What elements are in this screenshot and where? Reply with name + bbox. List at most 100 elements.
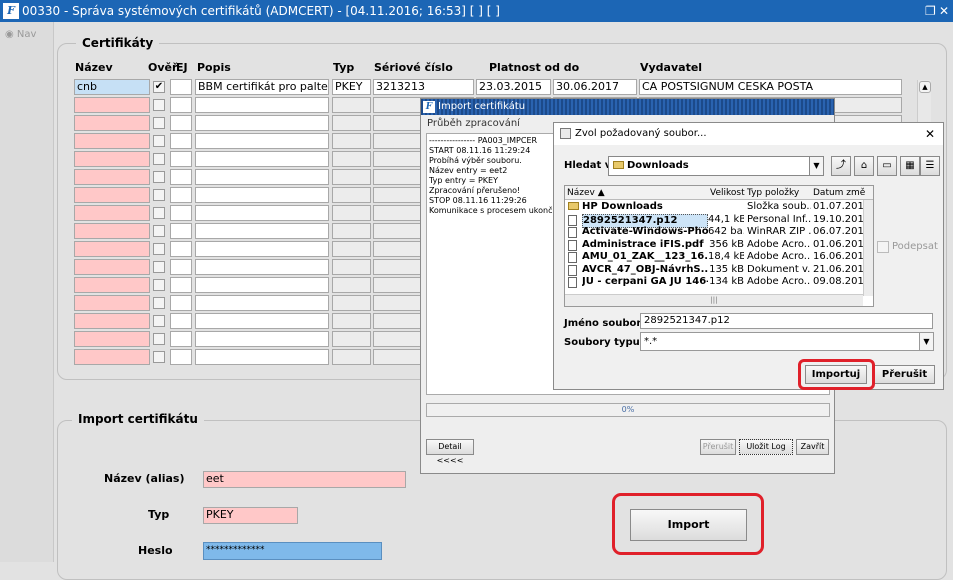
grid-cell-do[interactable]: 30.06.2017 — [553, 79, 637, 95]
soubory-dropdown-icon[interactable]: ▼ — [919, 333, 933, 350]
over-checkbox[interactable] — [153, 279, 165, 291]
file-dialog-close-icon[interactable]: ✕ — [925, 123, 935, 145]
grid-cell-nazev[interactable] — [74, 313, 150, 329]
nazev-alias-input[interactable]: eet — [203, 471, 406, 488]
grid-cell-ej[interactable] — [170, 169, 192, 185]
grid-cell-typ[interactable] — [332, 151, 371, 167]
over-checkbox[interactable] — [153, 315, 165, 327]
grid-cell-ej[interactable] — [170, 277, 192, 293]
over-checkbox[interactable] — [153, 171, 165, 183]
nav-button[interactable]: ◉ Nav — [3, 27, 43, 43]
over-checkbox[interactable] — [153, 117, 165, 129]
grid-cell-nazev[interactable] — [74, 169, 150, 185]
grid-cell-popis[interactable] — [195, 97, 329, 113]
grid-cell-nazev[interactable] — [74, 97, 150, 113]
grid-cell-typ[interactable] — [332, 223, 371, 239]
grid-cell-typ[interactable] — [332, 133, 371, 149]
grid-cell-popis[interactable] — [195, 331, 329, 347]
over-checkbox[interactable] — [153, 333, 165, 345]
home-icon[interactable]: ⌂ — [854, 156, 874, 176]
close-icon[interactable]: ✕ — [939, 0, 949, 22]
grid-cell-popis[interactable] — [195, 277, 329, 293]
grid-cell-typ[interactable] — [332, 295, 371, 311]
over-checkbox[interactable] — [153, 153, 165, 165]
file-row[interactable]: Activate-Windows-Phot...642 ba...WinRAR … — [565, 226, 873, 239]
grid-cell-serial[interactable]: 3213213 — [373, 79, 474, 95]
over-checkbox[interactable] — [153, 243, 165, 255]
grid-cell-typ[interactable]: PKEY — [332, 79, 371, 95]
grid-cell-popis[interactable] — [195, 259, 329, 275]
grid-cell-nazev[interactable] — [74, 187, 150, 203]
folder-select[interactable]: Downloads ▼ — [608, 156, 824, 176]
over-checkbox[interactable] — [153, 297, 165, 309]
grid-cell-ej[interactable] — [170, 133, 192, 149]
grid-cell-nazev[interactable] — [74, 277, 150, 293]
grid-cell-popis[interactable] — [195, 187, 329, 203]
grid-cell-ej[interactable] — [170, 97, 192, 113]
grid-cell-nazev[interactable] — [74, 241, 150, 257]
grid-cell-popis[interactable] — [195, 151, 329, 167]
scroll-up-icon[interactable]: ▲ — [919, 81, 931, 93]
grid-cell-nazev[interactable] — [74, 331, 150, 347]
grid-cell-nazev[interactable] — [74, 205, 150, 221]
progress-prerusit-button[interactable]: Přerušit — [700, 439, 736, 455]
over-checkbox[interactable] — [153, 135, 165, 147]
grid-cell-typ[interactable] — [332, 115, 371, 131]
grid-cell-typ[interactable] — [332, 97, 371, 113]
restore-icon[interactable]: ❐ — [925, 0, 936, 22]
zavrit-button[interactable]: Zavřít — [796, 439, 829, 455]
grid-cell-od[interactable]: 23.03.2015 — [476, 79, 551, 95]
grid-cell-nazev[interactable] — [74, 133, 150, 149]
grid-cell-ej[interactable] — [170, 241, 192, 257]
grid-cell-vydavatel[interactable]: CA POSTSIGNUM CESKA POSTA — [639, 79, 902, 95]
grid-cell-ej[interactable] — [170, 223, 192, 239]
file-prerusit-button[interactable]: Přerušit — [874, 365, 935, 384]
details-view-icon[interactable]: ☰ — [920, 156, 940, 176]
grid-cell-nazev[interactable] — [74, 223, 150, 239]
progress-dialog-titlebar[interactable]: F Import certifikátu — [421, 99, 834, 115]
grid-cell-popis[interactable] — [195, 169, 329, 185]
grid-cell-popis[interactable] — [195, 241, 329, 257]
grid-cell-ej[interactable] — [170, 295, 192, 311]
grid-cell-nazev[interactable] — [74, 349, 150, 365]
over-checkbox[interactable] — [153, 225, 165, 237]
grid-cell-typ[interactable] — [332, 205, 371, 221]
typ-input[interactable]: PKEY — [203, 507, 298, 524]
file-row[interactable]: AMU_01_ZAK__123_16... 18,4 kB Adobe Acro..… — [565, 251, 873, 264]
ulozit-log-button[interactable]: Uložit Log — [739, 439, 793, 455]
grid-cell-ej[interactable] — [170, 349, 192, 365]
grid-cell-ej[interactable] — [170, 187, 192, 203]
grid-cell-typ[interactable] — [332, 187, 371, 203]
grid-cell-ej[interactable] — [170, 115, 192, 131]
grid-cell-ej[interactable] — [170, 79, 192, 95]
file-row[interactable]: HP Downloads Složka soub...01.07.2016 — [565, 201, 873, 214]
file-col-size[interactable]: Velikost — [710, 186, 745, 200]
file-col-type[interactable]: Typ položky — [747, 186, 799, 200]
grid-cell-nazev[interactable] — [74, 295, 150, 311]
grid-cell-typ[interactable] — [332, 277, 371, 293]
file-row[interactable]: AVCR_47_OBJ-NávrhS... 135 kB Dokument v...… — [565, 264, 873, 277]
grid-cell-popis[interactable] — [195, 295, 329, 311]
grid-cell-typ[interactable] — [332, 349, 371, 365]
grid-cell-typ[interactable] — [332, 313, 371, 329]
file-col-date[interactable]: Datum změ — [813, 186, 865, 200]
file-col-name[interactable]: Název ▲ — [567, 186, 605, 200]
over-checkbox[interactable] — [153, 189, 165, 201]
up-one-level-icon[interactable]: ⤴ — [831, 156, 851, 176]
list-view-icon[interactable]: ▦ — [900, 156, 920, 176]
soubory-typu-select[interactable]: *.* ▼ — [640, 332, 934, 351]
file-row[interactable]: JU - cerpani GA JU 146-... 134 kB Adobe Ac… — [565, 276, 873, 289]
over-checkbox[interactable] — [153, 261, 165, 273]
grid-cell-ej[interactable] — [170, 205, 192, 221]
file-row[interactable]: 2892521347.p12 44,1 kB Personal Inf... 19.1… — [565, 213, 873, 228]
grid-cell-popis[interactable]: BBM certifikát pro paltební př — [195, 79, 329, 95]
grid-cell-typ[interactable] — [332, 331, 371, 347]
file-row[interactable]: Administrace iFIS.pdf 356 kB Adobe Acro...… — [565, 239, 873, 252]
detail-button[interactable]: Detail <<<< — [426, 439, 474, 465]
file-list-vscroll[interactable] — [863, 200, 873, 296]
heslo-input[interactable]: ************* — [203, 542, 382, 560]
grid-cell-popis[interactable] — [195, 133, 329, 149]
grid-cell-popis[interactable] — [195, 115, 329, 131]
grid-cell-typ[interactable] — [332, 259, 371, 275]
grid-cell-popis[interactable] — [195, 313, 329, 329]
